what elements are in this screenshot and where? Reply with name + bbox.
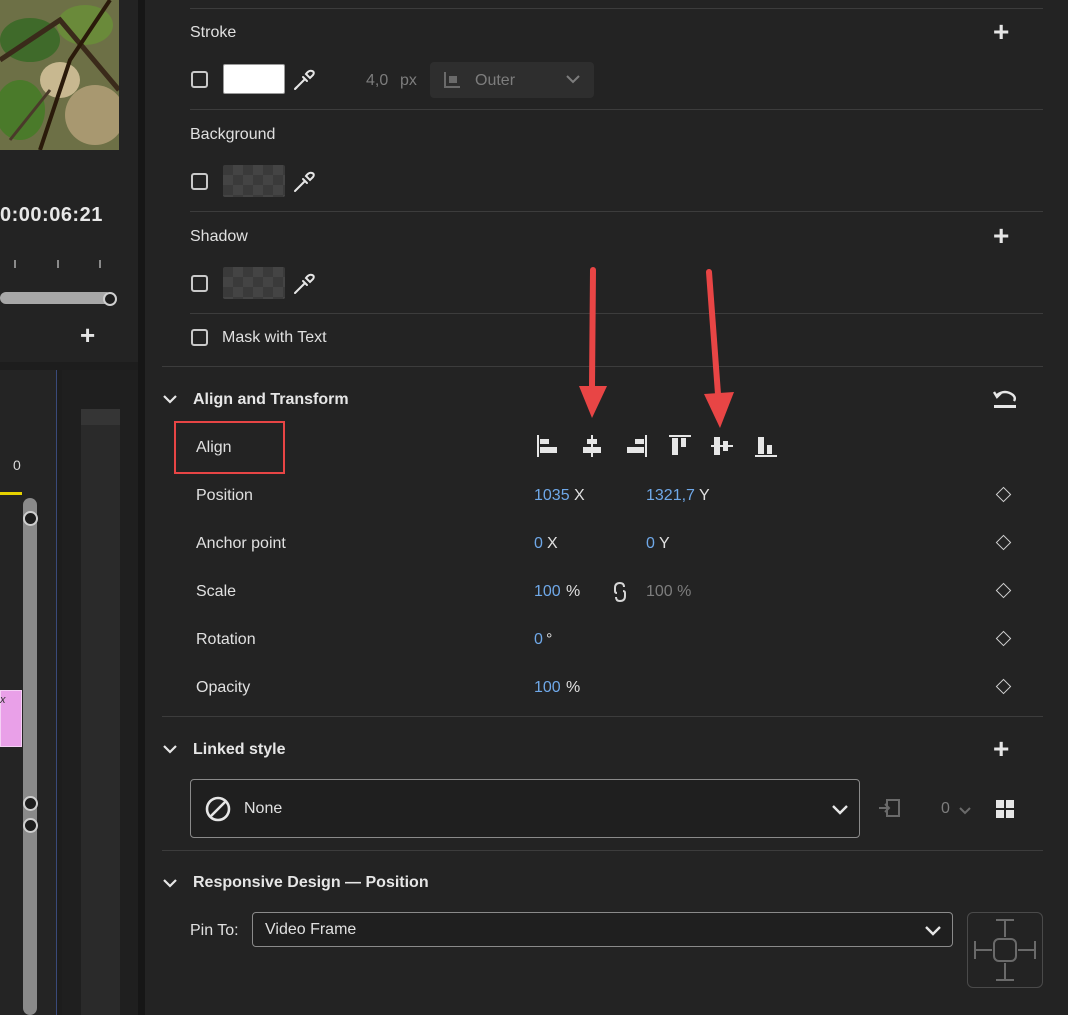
reset-icon[interactable] (992, 389, 1018, 416)
position-y-value[interactable]: 1321,7 (646, 487, 695, 505)
stroke-color-swatch[interactable] (223, 64, 285, 94)
timecode-display: 0:00:06:21 (0, 204, 103, 226)
anchor-x-axis: X (547, 535, 558, 552)
background-color-swatch[interactable] (223, 165, 285, 197)
mask-with-text-checkbox[interactable] (191, 329, 208, 346)
position-label: Position (196, 487, 253, 504)
style-count-value[interactable]: 0 (941, 800, 950, 818)
grid-view-icon[interactable] (995, 799, 1015, 824)
opacity-unit: % (566, 679, 581, 696)
align-left-icon[interactable] (536, 434, 560, 463)
scale-unit: % (566, 583, 581, 600)
position-x-axis: X (574, 487, 585, 504)
stroke-position-value: Outer (475, 72, 516, 89)
position-x-value[interactable]: 1035 (534, 487, 570, 505)
stroke-title: Stroke (190, 24, 237, 41)
rotation-value[interactable]: 0 (534, 631, 543, 649)
pin-to-label: Pin To: (190, 922, 239, 939)
stroke-outer-icon (442, 70, 462, 95)
chevron-down-icon (924, 924, 942, 942)
align-top-icon[interactable] (668, 434, 692, 463)
playback-scrub-bar[interactable] (0, 292, 112, 304)
linked-style-dropdown[interactable] (190, 779, 860, 838)
stroke-width-value[interactable]: 4,0 (366, 72, 388, 90)
align-vertical-center-icon[interactable] (710, 434, 734, 463)
opacity-value[interactable]: 100 (534, 679, 561, 697)
pin-to-value: Video Frame (265, 921, 357, 938)
background-checkbox[interactable] (191, 173, 208, 190)
opacity-label: Opacity (196, 679, 251, 696)
divider (190, 8, 1043, 9)
link-icon[interactable] (612, 580, 628, 609)
anchor-x-value[interactable]: 0 (534, 535, 543, 553)
responsive-design-title[interactable]: Responsive Design — Position (193, 874, 429, 892)
divider (190, 211, 1043, 212)
audio-meter (81, 409, 120, 1015)
audio-meter-header (81, 409, 120, 425)
chevron-down-icon (831, 803, 849, 821)
linked-style-title[interactable]: Linked style (193, 741, 285, 759)
scale-value-secondary: 100 % (646, 583, 692, 600)
linked-style-value: None (244, 800, 283, 817)
align-right-icon[interactable] (624, 434, 648, 463)
chevron-down-icon (958, 803, 972, 821)
ruler-tick (99, 260, 101, 268)
anchor-y-axis: Y (659, 535, 670, 552)
eyedropper-icon[interactable] (291, 271, 317, 302)
stroke-width-unit: px (400, 72, 417, 89)
background-title: Background (190, 126, 276, 143)
scale-label: Scale (196, 583, 237, 600)
ruler-tick (57, 260, 59, 268)
collapse-chevron-icon[interactable] (162, 876, 178, 894)
playhead-knob[interactable] (103, 292, 117, 306)
scale-value[interactable]: 100 (534, 583, 561, 601)
annotation-arrow (700, 266, 740, 435)
rotation-label: Rotation (196, 631, 256, 648)
collapse-chevron-icon[interactable] (162, 742, 178, 760)
track-value-label: 0 (13, 457, 21, 473)
eyedropper-icon[interactable] (291, 67, 317, 98)
clip-mark: x (0, 694, 6, 706)
annotation-arrow (575, 266, 611, 427)
divider (190, 109, 1043, 110)
divider (162, 716, 1043, 717)
collapse-chevron-icon[interactable] (162, 392, 178, 410)
divider (190, 313, 1043, 314)
shadow-checkbox[interactable] (191, 275, 208, 292)
anchor-y-value[interactable]: 0 (646, 535, 655, 553)
add-linked-style-button[interactable]: + (993, 735, 1009, 763)
align-bottom-icon[interactable] (754, 434, 778, 463)
video-thumbnail (0, 0, 119, 150)
push-to-style-icon[interactable] (877, 796, 903, 827)
scrollbar-handle-lower[interactable] (23, 818, 38, 833)
eyedropper-icon[interactable] (291, 169, 317, 200)
playhead-indicator (0, 492, 22, 495)
align-transform-title[interactable]: Align and Transform (193, 391, 349, 409)
chevron-down-icon (565, 72, 581, 90)
add-stroke-button[interactable]: + (993, 18, 1009, 46)
pin-to-dropdown[interactable] (252, 912, 953, 947)
add-shadow-button[interactable]: + (993, 222, 1009, 250)
anchor-point-label: Anchor point (196, 535, 286, 552)
none-icon (204, 795, 232, 828)
align-horizontal-center-icon[interactable] (580, 434, 604, 463)
align-label: Align (196, 439, 232, 456)
add-button[interactable]: + (80, 322, 95, 348)
ruler-tick (14, 260, 16, 268)
panel-divider[interactable] (138, 0, 145, 1015)
mask-with-text-label: Mask with Text (222, 329, 327, 346)
stroke-checkbox[interactable] (191, 71, 208, 88)
divider (162, 850, 1043, 851)
rotation-unit: ° (546, 631, 553, 648)
scrollbar-handle-bottom[interactable] (23, 796, 38, 811)
essential-graphics-panel (145, 0, 1068, 1015)
pin-edges-widget[interactable] (967, 912, 1043, 988)
position-y-axis: Y (699, 487, 710, 504)
scrollbar-handle-top[interactable] (23, 511, 38, 526)
shadow-title: Shadow (190, 228, 248, 245)
timeline-vertical-scrollbar[interactable] (23, 498, 37, 1015)
pin-edges-icon (974, 919, 1036, 981)
shadow-color-swatch[interactable] (223, 267, 285, 299)
